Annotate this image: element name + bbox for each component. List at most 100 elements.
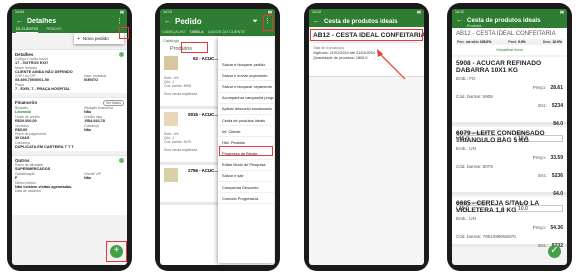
- menu-item[interactable]: Inf. Cliente: [218, 126, 274, 138]
- menu-item[interactable]: Campanha Desconto: [218, 182, 274, 194]
- page-title: Cesta de produtos ideais: [324, 17, 398, 25]
- field-value: F: [15, 175, 18, 180]
- phone-screen-ideal-basket: 14:12 ▮▮ ← Cesta de produtos ideais AB12…: [304, 3, 429, 271]
- app-bar: ← Cesta de produtos ideais: [309, 15, 424, 27]
- tutorial-collage: 14:04 ▮▮ ← Detalhes ⋮ DE CLIENTES PEDIDO…: [0, 0, 579, 274]
- product-emb: Emb.: UN: [456, 216, 476, 221]
- product-barcode: Cód. barras: 5908: [456, 94, 493, 99]
- field-value: 7 - EXEL 7 - PRAÇA HOSPITAL: [15, 86, 71, 91]
- highlight-more-icon: [119, 27, 129, 39]
- product-name: 5908 - ACUCAR REFINADO DABARRA 10X1 KG: [456, 60, 542, 74]
- highlight-ideal-basket: [219, 146, 273, 156]
- product-emb: Emb.: FD: [456, 76, 476, 81]
- tab-bar: CABEÇALHO TABELA DADOS DO CLIENTE: [160, 28, 275, 36]
- product-stock: 5236: [551, 173, 563, 179]
- back-arrow-icon[interactable]: ←: [16, 18, 23, 25]
- new-order-popup[interactable]: + Novo pedido: [74, 33, 124, 44]
- product-emb: Emb.: UN: [456, 146, 476, 151]
- field-value: ISENTO: [84, 78, 99, 83]
- stock-label: Est.:: [538, 173, 548, 178]
- app-bar: ← Detalhes ⋮: [12, 15, 127, 27]
- basket-product-card[interactable]: 5908 - ACUCAR REFINADO DABARRA 10X1 KG E…: [452, 57, 567, 142]
- stat-label: Pend.: [508, 40, 518, 44]
- stat-value: 10.0%: [552, 40, 562, 44]
- stat-value: 100.0%: [479, 40, 492, 44]
- status-time: 14:04: [15, 10, 24, 14]
- new-order-label: Novo pedido: [82, 36, 109, 41]
- edit-icon[interactable]: [119, 52, 124, 57]
- page-title: Detalhes: [27, 17, 57, 25]
- product-line: Cód. barras: 6079: [164, 140, 192, 144]
- menu-item[interactable]: Salvar e enviar orçamento: [218, 70, 274, 82]
- page-subtitle: Produtos: [467, 24, 482, 28]
- qty-label: Quantidade de produtos:: [313, 56, 355, 60]
- filter-icon[interactable]: ⏷: [252, 18, 258, 25]
- status-time: 14:12: [455, 10, 464, 14]
- product-code: 5015 - ACUC...: [188, 112, 218, 117]
- stat-value: 0.0%: [518, 40, 526, 44]
- back-arrow-icon[interactable]: ←: [164, 18, 171, 25]
- highlight-more-icon: [263, 15, 273, 31]
- back-arrow-icon[interactable]: ←: [456, 17, 463, 24]
- app-bar: ← Pedido ⏷ ⋮: [160, 15, 275, 28]
- product-card[interactable]: 2756 - ACUC...: [160, 165, 222, 205]
- product-image: [164, 56, 178, 70]
- menu-item[interactable]: Comodo Progressiva: [218, 193, 274, 205]
- field-label: Classificação: [15, 171, 35, 176]
- product-barcode: Cód. barras: 7891089055870: [456, 234, 516, 239]
- product-footer: Sem venda registrada: [164, 92, 198, 96]
- price-label: Preço:: [532, 85, 547, 90]
- product-stock-secondary: 64.0: [553, 191, 563, 197]
- pointer-arrow: [377, 49, 406, 80]
- product-footer: Sem venda registrada: [164, 148, 198, 152]
- tab-clientes[interactable]: DE CLIENTES: [16, 27, 39, 33]
- phone-screen-order: 14:13 ▮▮ ← Pedido ⏷ ⋮ CABEÇALHO TABELA D…: [155, 3, 280, 271]
- field-value: Não: [84, 175, 92, 180]
- financial-card: Financeiro Ver títulos Bloqueio Liberado …: [12, 97, 127, 152]
- tab-pedidos[interactable]: PEDIDOS: [46, 27, 61, 33]
- battery-icon: ▮▮: [120, 10, 124, 14]
- product-line: Cód. barras: 5908: [164, 84, 192, 88]
- menu-item-ideal-basket[interactable]: Cesta de produtos ideais: [218, 115, 274, 127]
- menu-item[interactable]: Aplicar desconto escalonado: [218, 104, 274, 115]
- field-label: Vencidos: [15, 123, 29, 128]
- field-value: DUPLICATA EM CARTEIRA T T T: [15, 144, 74, 149]
- field-label: Data de cadastro: [15, 189, 41, 194]
- highlight-tab-tabela: [181, 42, 208, 53]
- back-arrow-icon[interactable]: ←: [313, 18, 320, 25]
- price-label: Preço:: [532, 155, 547, 160]
- plus-icon: +: [77, 35, 80, 42]
- product-code: 2756 - ACUC...: [188, 168, 218, 173]
- stock-label: Est.:: [538, 243, 548, 248]
- product-stock-secondary: 84.0: [553, 121, 563, 127]
- details-card: Detalhes Código e razão social 17 - OUTR…: [12, 49, 127, 94]
- tab-tabela[interactable]: TABELA: [189, 30, 203, 34]
- stock-label: Est.:: [538, 103, 548, 108]
- status-time: 14:12: [312, 10, 321, 14]
- view-items-button[interactable]: Visualizar itens: [456, 47, 563, 52]
- basket-header: AB12 - CESTA IDEAL CONFEITARIA Perc. ate…: [452, 28, 567, 55]
- others-card: Outros Ramo de atividade SUPERMERCADOS C…: [12, 155, 127, 216]
- highlight-fab: [106, 241, 127, 262]
- confirm-fab-button[interactable]: ✓: [548, 245, 561, 258]
- menu-item[interactable]: Editar Modo de Pesquisa: [218, 160, 274, 171]
- product-card[interactable]: 52 - ACUC... Emb.: UN Qtd.: 1 Cód. barra…: [160, 53, 222, 109]
- menu-item[interactable]: Salvar e bloquear orçamento: [218, 81, 274, 93]
- phone-screen-client-details: 14:04 ▮▮ ← Detalhes ⋮ DE CLIENTES PEDIDO…: [7, 3, 132, 271]
- menu-item[interactable]: Acompanhar campanha progressiva: [218, 93, 274, 104]
- status-time: 14:13: [163, 10, 172, 14]
- highlight-basket-title: [310, 29, 423, 41]
- product-stock: 5234: [551, 103, 563, 109]
- menu-item[interactable]: Salvar e sair: [218, 171, 274, 183]
- page-title: Cesta de produtos ideais: [467, 17, 541, 24]
- menu-item-label: Cesta de produtos ideais: [222, 117, 266, 123]
- qty-value: 1806.0: [355, 56, 368, 60]
- stat-label: Perc. atendido: [457, 40, 479, 44]
- product-price: 54.36: [550, 225, 563, 231]
- tab-cabecalho[interactable]: CABEÇALHO: [162, 30, 185, 34]
- tab-dados-cliente[interactable]: DADOS DO CLIENTE: [208, 30, 245, 34]
- product-image: [164, 168, 178, 182]
- more-vert-icon[interactable]: ⋮: [116, 18, 123, 25]
- menu-item[interactable]: Salvar e bloquear pedido: [218, 59, 274, 71]
- product-card[interactable]: 5015 - ACUC... Emb.: UN Qtd.: 1 Cód. bar…: [160, 109, 222, 165]
